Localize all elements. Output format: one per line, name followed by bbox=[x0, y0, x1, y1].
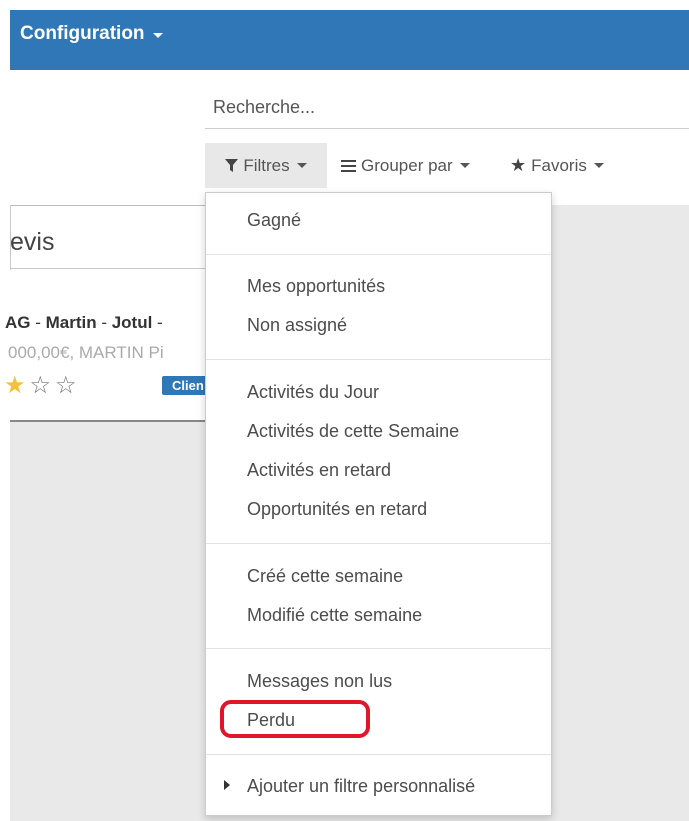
filters-button-label: Filtres bbox=[243, 155, 290, 175]
favorites-button[interactable]: ★ Favoris bbox=[510, 143, 604, 188]
filter-item-non-assigne[interactable]: Non assigné bbox=[247, 315, 347, 336]
card-title: AG - Martin - Jotul - bbox=[5, 313, 163, 333]
filter-item-opportunites-en-retard[interactable]: Opportunités en retard bbox=[247, 499, 427, 520]
card-title-part: AG bbox=[5, 313, 31, 332]
search-bar bbox=[205, 86, 689, 129]
filter-item-activites-du-jour[interactable]: Activités du Jour bbox=[247, 382, 379, 403]
menu-divider bbox=[206, 359, 551, 360]
filter-item-activites-semaine[interactable]: Activités de cette Semaine bbox=[247, 421, 459, 442]
star-filled-icon[interactable]: ★ bbox=[4, 371, 26, 400]
kanban-stage-title: evis bbox=[10, 228, 55, 256]
filters-button[interactable]: Filtres bbox=[205, 143, 327, 188]
group-by-button[interactable]: Grouper par bbox=[341, 143, 470, 188]
top-navbar: Configuration bbox=[10, 10, 689, 70]
chevron-down-icon bbox=[152, 32, 163, 38]
menu-divider bbox=[206, 648, 551, 649]
filter-item-modifie-cette-semaine[interactable]: Modifié cette semaine bbox=[247, 605, 422, 626]
filter-item-mes-opportunites[interactable]: Mes opportunités bbox=[247, 276, 385, 297]
filter-item-gagne[interactable]: Gagné bbox=[247, 210, 301, 231]
highlight-annotation bbox=[220, 700, 370, 738]
filter-item-messages-non-lus[interactable]: Messages non lus bbox=[247, 671, 392, 692]
filter-icon bbox=[225, 158, 239, 172]
configuration-menu[interactable]: Configuration bbox=[20, 23, 163, 45]
card-subtitle: 000,00€, MARTIN Pi bbox=[8, 343, 164, 362]
stage-divider bbox=[10, 268, 205, 269]
card-title-part: - bbox=[30, 313, 46, 332]
search-input[interactable] bbox=[205, 86, 689, 128]
chevron-down-icon bbox=[593, 163, 604, 168]
tag-badge: Clien bbox=[162, 376, 210, 395]
menu-divider bbox=[206, 254, 551, 255]
list-icon bbox=[341, 159, 356, 172]
filter-item-cree-cette-semaine[interactable]: Créé cette semaine bbox=[247, 566, 403, 587]
chevron-down-icon bbox=[296, 163, 307, 168]
card-title-part: - bbox=[96, 313, 112, 332]
star-empty-icon[interactable]: ☆ bbox=[30, 371, 52, 400]
star-icon: ★ bbox=[510, 155, 527, 175]
filters-dropdown-menu: Gagné Mes opportunités Non assigné Activ… bbox=[205, 192, 552, 816]
card-title-part: Jotul bbox=[111, 313, 153, 332]
kanban-card[interactable]: AG - Martin - Jotul - 000,00€, MARTIN Pi… bbox=[4, 270, 210, 422]
filter-item-activites-en-retard[interactable]: Activités en retard bbox=[247, 460, 391, 481]
card-title-part: - bbox=[152, 313, 163, 332]
configuration-menu-label: Configuration bbox=[20, 23, 145, 44]
chevron-right-icon bbox=[224, 780, 230, 790]
card-title-part: Martin bbox=[45, 313, 97, 332]
menu-divider bbox=[206, 754, 551, 755]
group-by-button-label: Grouper par bbox=[361, 155, 453, 175]
add-custom-filter[interactable]: Ajouter un filtre personnalisé bbox=[247, 776, 475, 797]
menu-divider bbox=[206, 543, 551, 544]
search-options-toolbar: Filtres Grouper par ★ Favoris bbox=[205, 143, 689, 188]
star-empty-icon[interactable]: ☆ bbox=[55, 371, 77, 400]
favorites-button-label: Favoris bbox=[531, 155, 587, 175]
chevron-down-icon bbox=[459, 163, 470, 168]
priority-stars: ★ ☆ ☆ bbox=[4, 371, 77, 400]
